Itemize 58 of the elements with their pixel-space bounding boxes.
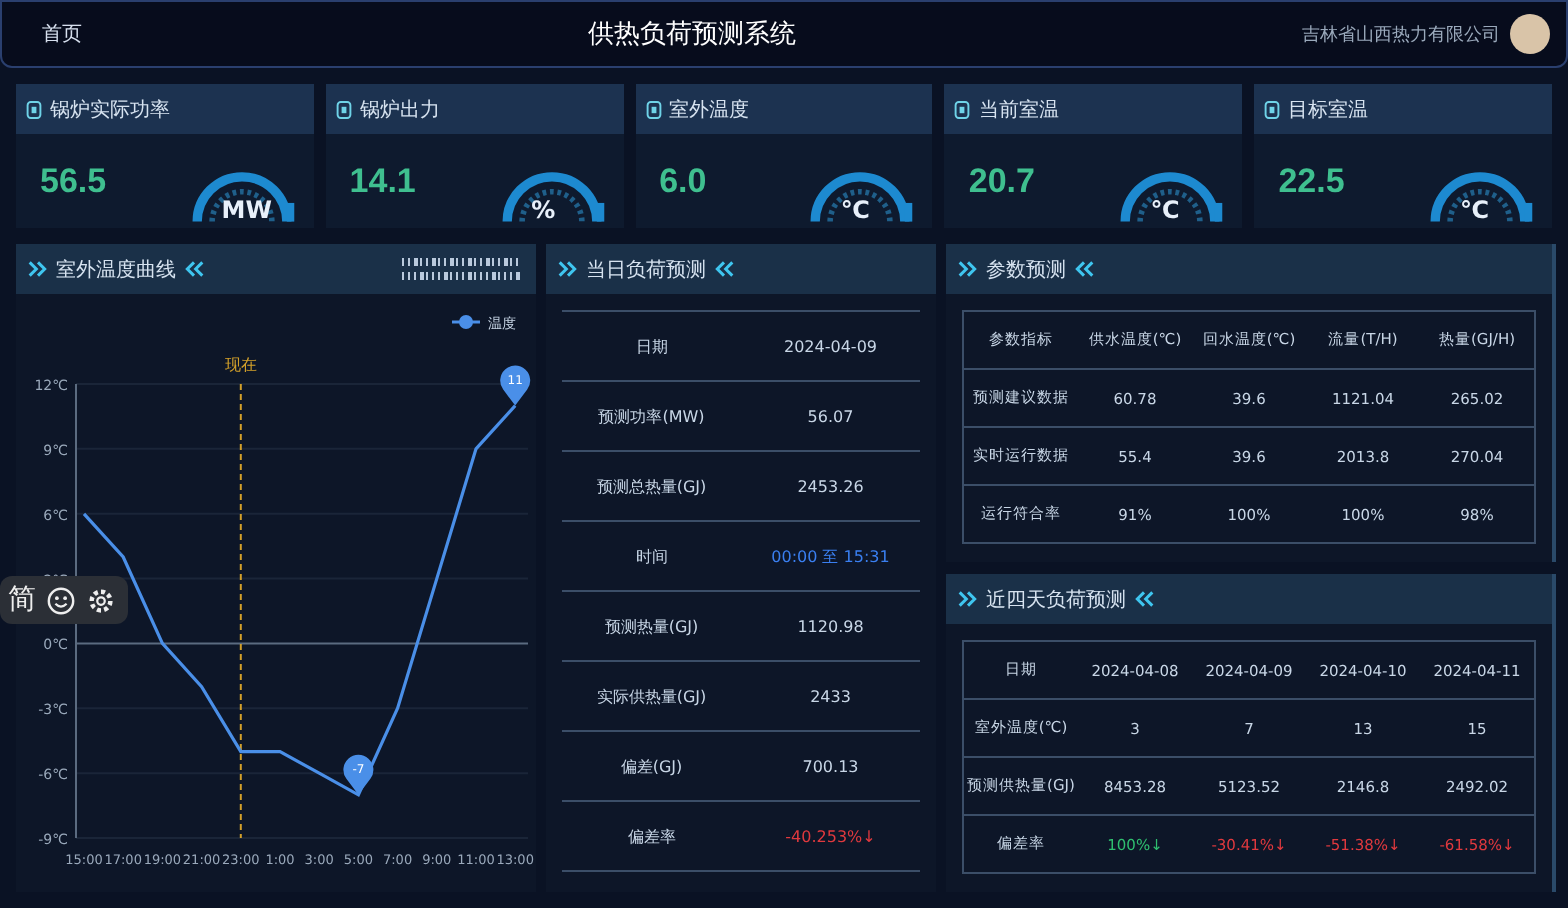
chevron-right-icon [558,260,578,278]
kpi-label: 目标室温 [1288,97,1369,123]
chevron-left-icon [1074,260,1094,278]
avatar[interactable] [1510,14,1550,54]
row-value: 56.07 [805,407,856,425]
row-label: 时间 [633,545,670,567]
row-value: -40.253%↓ [783,827,878,845]
settings-icon[interactable] [86,585,116,615]
legend-marker [452,315,480,329]
unit-label: MW [221,196,272,224]
row-label: 预测总热量(GJ) [594,475,709,497]
unit-label: ℃ [840,196,870,224]
row-label: 偏差(GJ) [618,755,685,777]
row-label: 预测热量(GJ) [602,615,701,637]
row-value: 00:00 至 15:31 [769,545,892,567]
chevron-left-icon [714,260,734,278]
panel-title: 近四天负荷预测 [986,587,1126,613]
chevron-right-icon [958,590,978,608]
row-value: 2024-04-09 [782,337,879,355]
chevron-right-icon [28,260,48,278]
kpi-icon [645,99,662,119]
kpi-label: 锅炉实际功率 [50,97,170,123]
row-value: 1120.98 [795,617,866,635]
row-value: 2453.26 [795,477,866,495]
row-label: 日期 [633,335,670,357]
kpi-value: 20.7 [968,161,1035,201]
chevron-right-icon [958,260,978,278]
kpi-value: 22.5 [1278,161,1345,201]
row-value: 700.13 [800,757,861,775]
app-title: 供热负荷预测系统 [588,18,796,52]
smiley-icon[interactable] [46,585,76,615]
unit-label: ℃ [1150,196,1180,224]
company-name: 吉林省山西热力有限公司 [1302,23,1500,47]
chevron-left-icon [184,260,204,278]
kpi-icon [1264,99,1281,119]
kpi-value: 14.1 [349,161,416,201]
chevron-left-icon [1134,590,1154,608]
row-label: 偏差率 [625,825,678,847]
kpi-icon [26,99,42,119]
kpi-value: 56.5 [40,161,107,201]
panel-title: 参数预测 [986,257,1066,283]
barcode-drawing [400,257,524,281]
kpi-label: 当前室温 [978,97,1059,123]
kpi-label: 室外温度 [669,97,750,123]
row-value: 2433 [808,687,853,705]
unit-label: ℃ [1459,196,1490,224]
ime-mode-button[interactable]: 简 [8,582,36,618]
kpi-value: 6.0 [659,161,707,201]
kpi-label: 锅炉出力 [359,97,440,123]
kpi-icon [335,99,352,119]
unit-label: % [531,196,556,224]
row-label: 实际供热量(GJ) [594,685,709,707]
current-time-label: 现在 [224,356,257,374]
panel-title: 当日负荷预测 [586,257,706,283]
row-label: 预测功率(MW) [596,405,707,427]
kpi-icon [954,99,971,119]
panel-title: 室外温度曲线 [56,257,176,283]
home-link[interactable]: 首页 [42,20,82,48]
